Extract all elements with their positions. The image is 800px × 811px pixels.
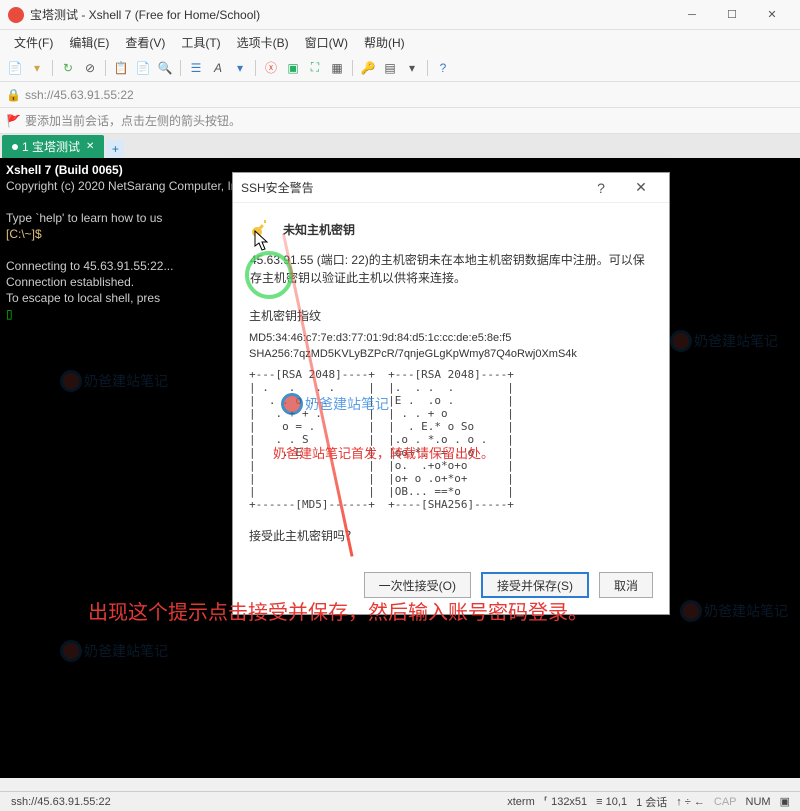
status-scroll-icon: ▣ <box>775 795 794 808</box>
copy-icon[interactable]: 📋 <box>112 59 130 77</box>
separator <box>427 60 428 76</box>
tab-close-icon[interactable]: ✕ <box>86 141 94 152</box>
status-size: ⸢ 132x51 <box>539 795 591 808</box>
close-button[interactable]: ✕ <box>752 0 792 30</box>
xagent-icon[interactable]: ⓧ <box>262 59 280 77</box>
layout-icon[interactable]: ▦ <box>328 59 346 77</box>
term-line: Type `help' to learn how to us <box>6 211 162 225</box>
instruction-text: 出现这个提示点击接受并保存，然后输入账号密码登录。 <box>88 596 588 625</box>
add-tab-button[interactable]: + <box>106 140 124 158</box>
window-title: 宝塔测试 - Xshell 7 (Free for Home/School) <box>30 6 672 23</box>
paste-icon[interactable]: 📄 <box>134 59 152 77</box>
hint-text: 要添加当前会话，点击左侧的箭头按钮。 <box>25 112 241 129</box>
separator <box>105 60 106 76</box>
address-input[interactable] <box>25 88 794 102</box>
tab-strip: 1 宝塔测试 ✕ + <box>0 134 800 158</box>
status-dot-icon <box>12 144 18 150</box>
find-icon[interactable]: 🔍 <box>156 59 174 77</box>
new-icon[interactable]: 📄 <box>6 59 24 77</box>
separator <box>352 60 353 76</box>
watermark-bg: 奶爸建站笔记 <box>60 370 168 392</box>
maximize-button[interactable]: ☐ <box>712 0 752 30</box>
term-line: Connection established. <box>6 275 134 289</box>
dialog-body: 未知主机密钥 45.63.91.55 (端口: 22)的主机密钥未在本地主机密钥… <box>233 203 669 562</box>
app-icon <box>8 7 24 23</box>
status-sessions: 1 会话 <box>631 794 671 810</box>
font-icon[interactable]: A <box>209 59 227 77</box>
term-line: Connecting to 45.63.91.55:22... <box>6 259 173 273</box>
dialog-title-bar: SSH安全警告 ? ✕ <box>233 173 669 203</box>
menu-tools[interactable]: 工具(T) <box>173 34 228 51</box>
accept-save-button[interactable]: 接受并保存(S) <box>481 572 589 598</box>
tab-label: 1 宝塔测试 <box>22 138 80 155</box>
toolbar: 📄 ▾ ↻ ⊘ 📋 📄 🔍 ☰ A ▾ ⓧ ▣ ⛶ ▦ 🔑 ▤ ▾ ? <box>0 54 800 82</box>
fullscreen-icon[interactable]: ⛶ <box>306 59 324 77</box>
term-line: Xshell 7 (Build 0065) <box>6 163 123 177</box>
term-prompt: [C:\~]$ <box>6 227 42 241</box>
status-num: NUM <box>741 796 775 808</box>
dialog-help-button[interactable]: ? <box>581 173 621 203</box>
separator <box>180 60 181 76</box>
term-cursor: ▯ <box>6 307 13 321</box>
dialog-heading: 未知主机密钥 <box>283 221 355 238</box>
color-icon[interactable]: ▾ <box>231 59 249 77</box>
watermark-notice: 奶爸建站笔记首发，转载请保留出处。 <box>273 443 494 462</box>
separator <box>52 60 53 76</box>
reconnect-icon[interactable]: ↻ <box>59 59 77 77</box>
watermark-logo-icon <box>281 393 303 415</box>
disconnect-icon[interactable]: ⊘ <box>81 59 99 77</box>
minimize-button[interactable]: ─ <box>672 0 712 30</box>
menu-edit[interactable]: 编辑(E) <box>61 34 117 51</box>
menu-file[interactable]: 文件(F) <box>6 34 61 51</box>
title-bar: 宝塔测试 - Xshell 7 (Free for Home/School) ─… <box>0 0 800 30</box>
lock-icon[interactable]: ▤ <box>381 59 399 77</box>
session-tab[interactable]: 1 宝塔测试 ✕ <box>2 135 104 158</box>
menu-tab[interactable]: 选项卡(B) <box>229 34 297 51</box>
key-icon[interactable]: 🔑 <box>359 59 377 77</box>
status-pos: ≡ 10,1 <box>591 796 631 808</box>
cancel-button[interactable]: 取消 <box>599 572 653 598</box>
menu-view[interactable]: 查看(V) <box>117 34 173 51</box>
accept-question: 接受此主机密钥吗？ <box>249 527 653 544</box>
separator <box>255 60 256 76</box>
dialog-description: 45.63.91.55 (端口: 22)的主机密钥未在本地主机密钥数据库中注册。… <box>250 251 653 287</box>
hint-bar: 🚩 要添加当前会话，点击左侧的箭头按钮。 <box>0 108 800 134</box>
term-line: To escape to local shell, pres <box>6 291 160 305</box>
status-bar: ssh://45.63.91.55:22 xterm ⸢ 132x51 ≡ 10… <box>0 791 800 811</box>
watermark-bg: 奶爸建站笔记 <box>680 600 788 622</box>
xftp-icon[interactable]: ▣ <box>284 59 302 77</box>
mouse-cursor-icon <box>254 230 270 252</box>
open-icon[interactable]: ▾ <box>28 59 46 77</box>
dialog-title: SSH安全警告 <box>241 179 581 196</box>
watermark-bg: 奶爸建站笔记 <box>670 330 778 352</box>
fingerprint-title: 主机密钥指纹 <box>249 307 653 324</box>
fingerprint-ascii-art: +---[RSA 2048]----+ +---[RSA 2048]----+ … <box>249 368 653 511</box>
ssh-warning-dialog: SSH安全警告 ? ✕ 未知主机密钥 45.63.91.55 (端口: 22)的… <box>232 172 670 615</box>
watermark-bg: 奶爸建站笔记 <box>60 640 168 662</box>
status-cap: CAP <box>709 796 741 808</box>
dialog-close-button[interactable]: ✕ <box>621 173 661 203</box>
watermark: 奶爸建站笔记 <box>281 393 389 415</box>
flag-icon: 🚩 <box>6 114 21 128</box>
lock-icon: 🔒 <box>6 88 21 102</box>
status-term: xterm <box>502 796 539 808</box>
accept-once-button[interactable]: 一次性接受(O) <box>364 572 471 598</box>
status-indicators: ↑ ÷ ← <box>671 796 709 808</box>
fingerprint-md5: MD5:34:46:c7:7e:d3:77:01:9d:84:d5:1c:cc:… <box>249 332 653 344</box>
properties-icon[interactable]: ☰ <box>187 59 205 77</box>
menu-bar: 文件(F) 编辑(E) 查看(V) 工具(T) 选项卡(B) 窗口(W) 帮助(… <box>0 30 800 54</box>
status-address: ssh://45.63.91.55:22 <box>6 796 115 808</box>
address-bar: 🔒 <box>0 82 800 108</box>
highlight-circle <box>245 251 293 299</box>
help-icon[interactable]: ? <box>434 59 452 77</box>
menu-help[interactable]: 帮助(H) <box>356 34 413 51</box>
script-icon[interactable]: ▾ <box>403 59 421 77</box>
menu-window[interactable]: 窗口(W) <box>297 34 356 51</box>
